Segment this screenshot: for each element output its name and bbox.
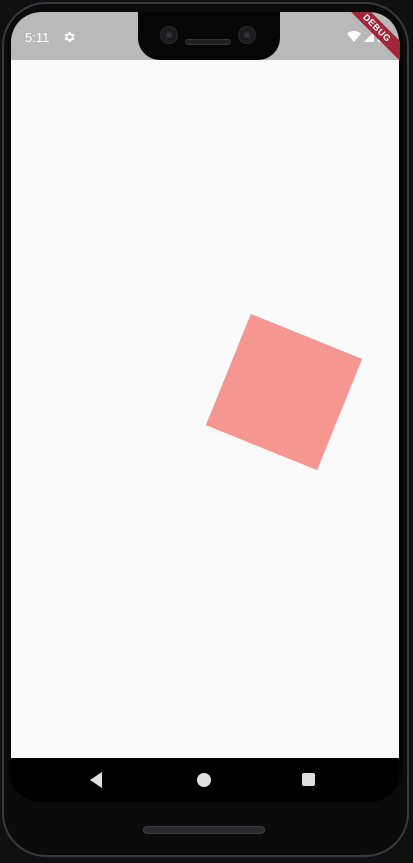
device-frame: 5:11 DEBUG [0,0,413,863]
display-notch [138,12,280,60]
front-camera-right [238,26,256,44]
app-canvas [11,60,399,758]
status-bar: 5:11 DEBUG [11,12,400,65]
phone-screen: 5:11 DEBUG [8,12,403,802]
earpiece-speaker [185,39,231,45]
recents-square-icon[interactable] [302,773,315,786]
status-time: 5:11 [25,30,50,45]
front-camera-left [160,26,178,44]
bottom-speaker-grille [143,826,265,834]
system-navigation-bar [11,758,399,802]
debug-banner-label: DEBUG [340,12,400,65]
back-triangle-icon[interactable] [90,772,102,788]
gear-icon [64,31,75,43]
home-circle-icon[interactable] [197,773,211,787]
rotating-square [205,313,363,471]
